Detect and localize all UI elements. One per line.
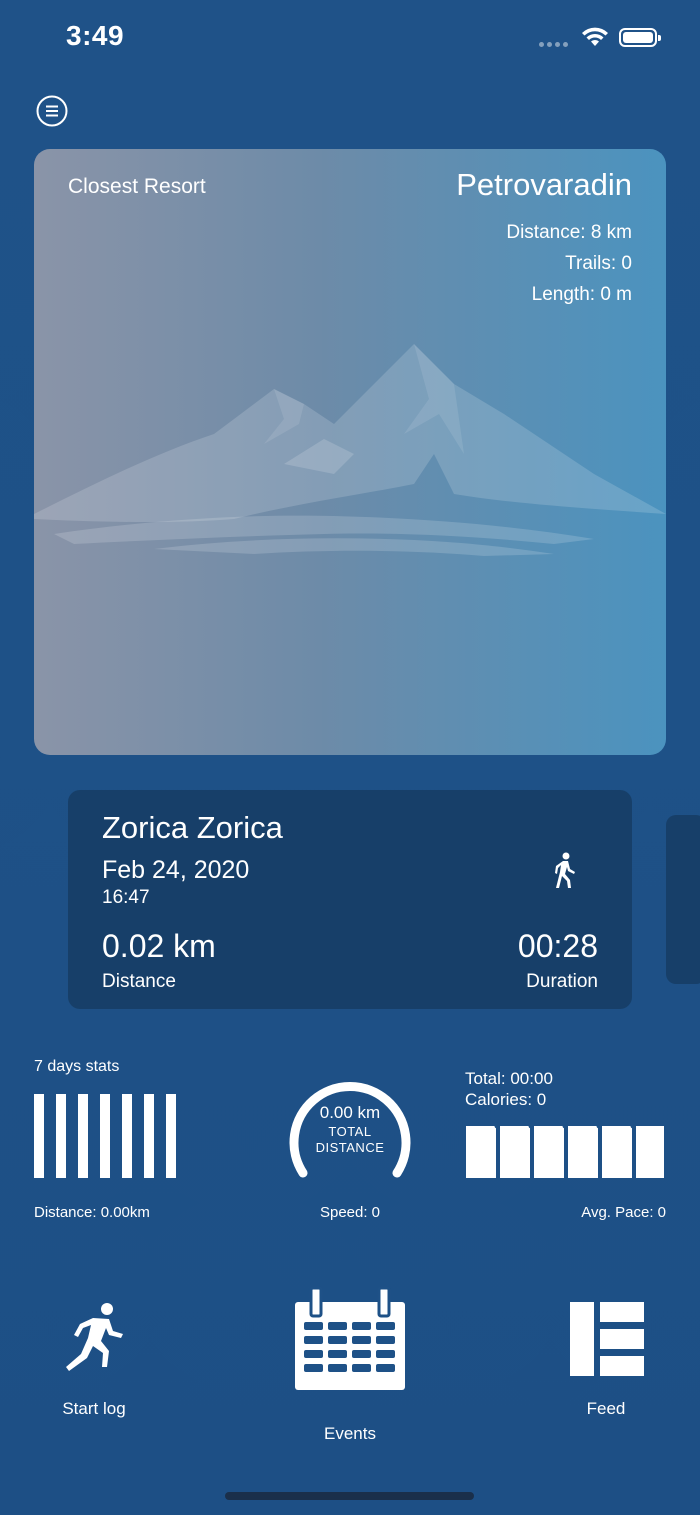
seven-day-bars xyxy=(34,1094,176,1178)
stats-calories: Calories: 0 xyxy=(465,1090,547,1109)
status-time: 3:49 xyxy=(66,20,125,51)
walking-icon xyxy=(555,852,575,888)
closest-resort-label: Closest Resort xyxy=(68,175,206,198)
gauge-label-total: TOTAL xyxy=(328,1124,372,1139)
stats-avg-pace: Avg. Pace: 0 xyxy=(581,1204,666,1221)
home-indicator[interactable] xyxy=(225,1492,474,1500)
mountains-icon xyxy=(34,344,666,556)
activity-user-name: Zorica Zorica xyxy=(102,810,283,845)
events-label: Events xyxy=(324,1424,376,1443)
activity-distance-value: 0.02 km xyxy=(102,928,216,964)
runner-icon xyxy=(66,1303,123,1371)
day-bar xyxy=(78,1094,88,1178)
activity-date: Feb 24, 2020 xyxy=(102,856,250,884)
resort-name: Petrovaradin xyxy=(456,167,632,202)
day-bar xyxy=(166,1094,176,1178)
day-bar xyxy=(100,1094,110,1178)
day-bar xyxy=(144,1094,154,1178)
day-bar xyxy=(34,1094,44,1178)
pace-chart xyxy=(466,1126,664,1178)
start-log-button[interactable]: Start log xyxy=(40,1298,148,1428)
stats-total: Total: 00:00 xyxy=(465,1069,553,1088)
stats-distance: Distance: 0.00km xyxy=(34,1204,150,1221)
calendar-icon xyxy=(295,1286,405,1390)
wifi-icon xyxy=(582,27,608,46)
feed-icon xyxy=(570,1302,644,1376)
gauge-label-distance: DISTANCE xyxy=(315,1140,385,1155)
day-bar xyxy=(122,1094,132,1178)
next-activity-card[interactable] xyxy=(666,815,700,984)
stats-title: 7 days stats xyxy=(34,1058,120,1075)
day-bar xyxy=(56,1094,66,1178)
resort-length: Length: 0 m xyxy=(531,284,632,305)
activity-duration-label: Duration xyxy=(526,971,598,992)
menu-icon[interactable] xyxy=(36,95,68,127)
resort-distance: Distance: 8 km xyxy=(506,222,632,243)
battery-icon xyxy=(619,28,661,47)
activity-distance-label: Distance xyxy=(102,971,176,992)
start-log-label: Start log xyxy=(62,1399,126,1418)
resort-trails: Trails: 0 xyxy=(565,253,632,274)
closest-resort-card[interactable]: Closest Resort Petrovaradin Distance: 8 … xyxy=(34,149,666,755)
feed-button[interactable]: Feed xyxy=(556,1302,656,1428)
events-button[interactable]: Events xyxy=(280,1286,420,1451)
stats-speed: Speed: 0 xyxy=(319,1204,381,1221)
feed-label: Feed xyxy=(586,1399,626,1418)
signal-icon xyxy=(539,42,568,47)
gauge-value: 0.00 km xyxy=(319,1103,381,1122)
activity-card[interactable]: Zorica Zorica Feb 24, 2020 16:47 0.02 km… xyxy=(68,790,632,1009)
activity-duration-value: 00:28 xyxy=(517,928,598,964)
activity-time: 16:47 xyxy=(102,887,150,908)
